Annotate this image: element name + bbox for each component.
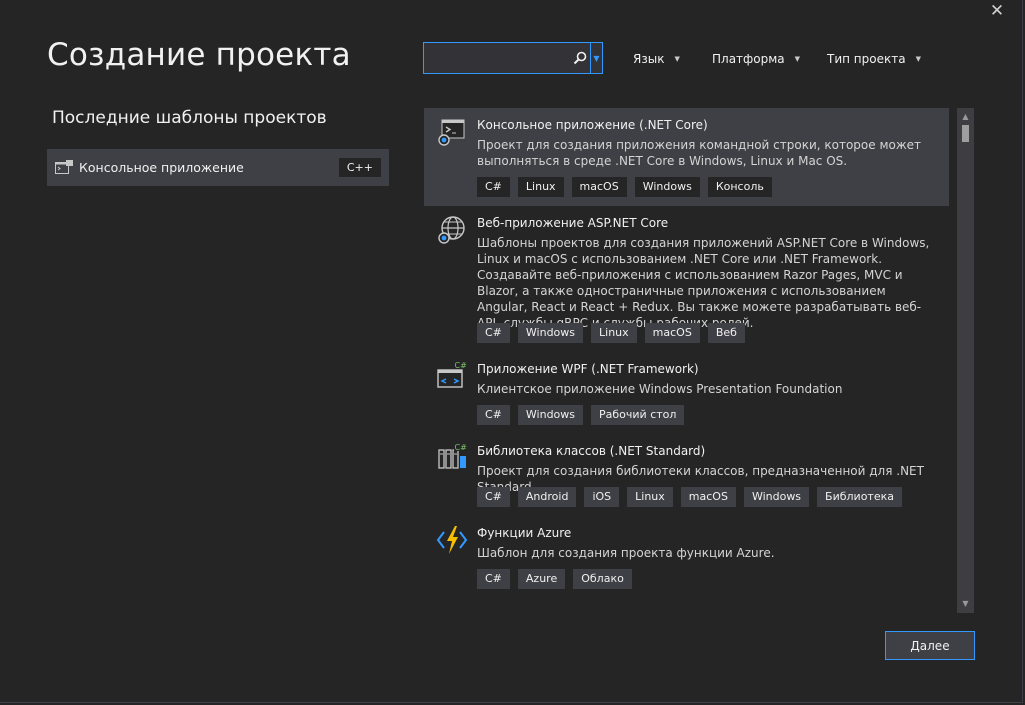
template-description: Шаблон для создания проекта функции Azur… [477, 546, 775, 560]
chevron-down-icon: ▼ [674, 55, 680, 63]
template-description: Шаблоны проектов для создания приложений… [477, 236, 930, 330]
tag: Библиотека [817, 487, 902, 507]
svg-text:C#: C# [455, 361, 468, 370]
template-name: Веб-приложение ASP.NET Core [477, 216, 669, 230]
template-description: Проект для создания приложения командной… [477, 138, 922, 168]
project-type-filter[interactable]: Тип проекта ▼ [827, 52, 921, 66]
chevron-down-icon: ▼ [915, 55, 921, 63]
template-item-aspnet-core[interactable]: Веб-приложение ASP.NET Core Шаблоны прое… [424, 206, 949, 352]
tag: C# [477, 405, 510, 425]
tag: Linux [517, 177, 564, 197]
tag: Windows [743, 487, 810, 507]
recent-templates-heading: Последние шаблоны проектов [52, 108, 327, 128]
template-tags: C# Azure Облако [477, 569, 632, 589]
project-type-filter-label: Тип проекта [827, 52, 906, 66]
recent-template-language-tag: C++ [338, 158, 381, 177]
template-search-box[interactable]: ▼ [423, 42, 603, 74]
template-name: Библиотека классов (.NET Standard) [477, 444, 706, 458]
tag: macOS [680, 487, 736, 507]
recent-template-item[interactable]: Консольное приложение C++ [47, 149, 389, 186]
template-tags: C# Android iOS Linux macOS Windows Библи… [477, 487, 902, 507]
search-input[interactable] [424, 43, 570, 73]
template-tags: C# Windows Linux macOS Веб [477, 323, 745, 343]
tag: C# [477, 323, 510, 343]
next-button[interactable]: Далее [885, 631, 975, 660]
scroll-up-icon[interactable]: ▲ [957, 110, 974, 124]
template-item-console-app[interactable]: Консольное приложение (.NET Core) Проект… [424, 108, 949, 206]
tag: Android [517, 487, 577, 507]
tag: macOS [644, 323, 700, 343]
search-icon[interactable] [570, 43, 590, 73]
tag: Рабочий стол [591, 405, 685, 425]
tag: Облако [573, 569, 632, 589]
azure-functions-icon [436, 526, 468, 554]
svg-text:C#: C# [455, 443, 468, 452]
template-item-class-library[interactable]: C# Библиотека классов (.NET Standard) Пр… [424, 434, 949, 516]
template-tags: C# Linux macOS Windows Консоль [477, 177, 772, 197]
template-name: Функции Azure [477, 526, 572, 540]
template-tags: C# Windows Рабочий стол [477, 405, 685, 425]
create-project-window: ✕ Создание проекта Последние шаблоны про… [0, 0, 1023, 703]
template-description: Клиентское приложение Windows Presentati… [477, 382, 843, 396]
template-item-azure-functions[interactable]: Функции Azure Шаблон для создания проект… [424, 516, 949, 598]
tag: C# [477, 177, 510, 197]
tag: Консоль [707, 177, 772, 197]
chevron-down-icon: ▼ [794, 55, 801, 63]
template-item-wpf-app[interactable]: C# Приложение WPF (.NET Framework) Клиен… [424, 352, 949, 434]
search-dropdown-icon[interactable]: ▼ [590, 43, 602, 73]
template-list: Консольное приложение (.NET Core) Проект… [424, 108, 949, 610]
template-name: Приложение WPF (.NET Framework) [477, 362, 699, 376]
page-title: Создание проекта [47, 37, 351, 73]
console-app-icon [438, 119, 465, 146]
tag: Azure [517, 569, 566, 589]
template-name: Консольное приложение (.NET Core) [477, 118, 708, 132]
globe-icon [438, 216, 465, 244]
console-app-icon [55, 159, 73, 174]
tag: C# [477, 487, 510, 507]
tag: Windows [517, 405, 584, 425]
scrollbar-thumb[interactable] [962, 125, 969, 142]
tag: Windows [634, 177, 700, 197]
scroll-down-icon[interactable]: ▼ [957, 597, 974, 611]
tag: C# [477, 569, 510, 589]
tag: iOS [584, 487, 620, 507]
language-filter[interactable]: Язык ▼ [633, 52, 680, 66]
tag: macOS [571, 177, 627, 197]
template-list-scrollbar[interactable]: ▲ ▼ [957, 108, 974, 613]
close-icon[interactable]: ✕ [986, 2, 1008, 22]
tag: Windows [517, 323, 584, 343]
tag: Веб [707, 323, 745, 343]
language-filter-label: Язык [633, 52, 665, 66]
class-library-icon: C# [438, 442, 468, 469]
wpf-app-icon: C# [437, 360, 468, 388]
platform-filter[interactable]: Платформа ▼ [712, 52, 800, 66]
tag: Linux [627, 487, 673, 507]
recent-template-name: Консольное приложение [79, 160, 244, 175]
platform-filter-label: Платформа [712, 52, 785, 66]
tag: Linux [591, 323, 637, 343]
